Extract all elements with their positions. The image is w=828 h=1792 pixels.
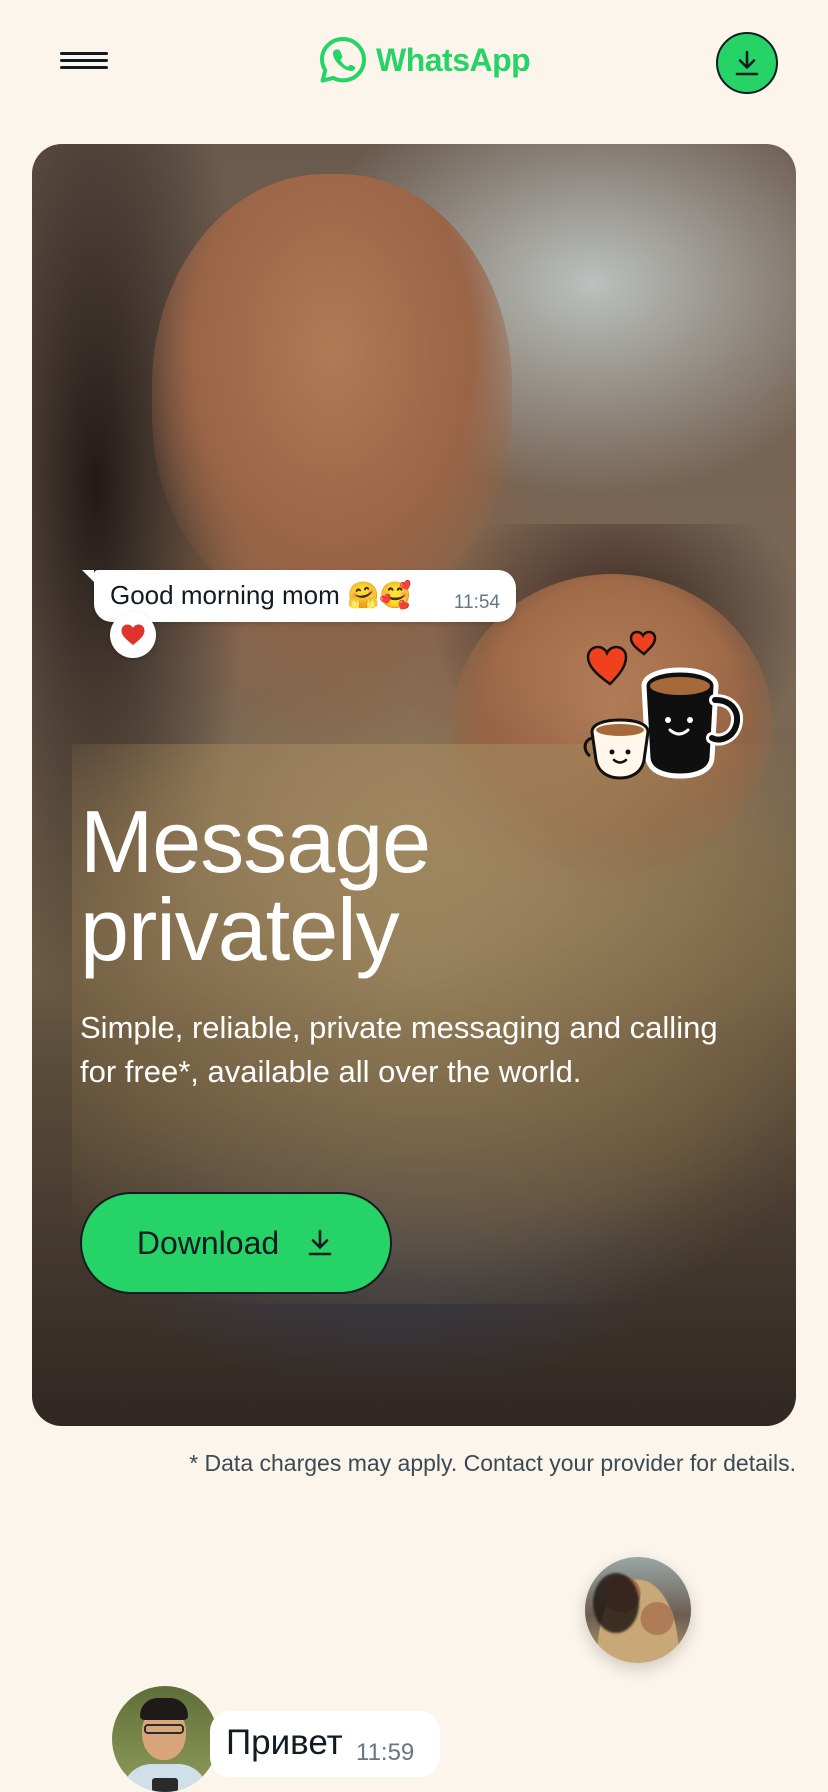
data-charges-disclaimer: * Data charges may apply. Contact your p…: [189, 1450, 796, 1476]
chat-message-time: 11:54: [453, 592, 500, 613]
menu-button[interactable]: [56, 44, 112, 80]
hero-card: Good morning mom 🤗🥰 11:54 Message privat…: [32, 144, 796, 1426]
hero-subtitle: Simple, reliable, private messaging and …: [80, 1010, 718, 1089]
chat-message-bubble: Good morning mom 🤗🥰 11:54: [82, 570, 516, 622]
download-button[interactable]: Download: [80, 1192, 392, 1294]
preview-chat-bubble: Привет 11:59: [210, 1711, 440, 1777]
download-button-label: Download: [136, 1224, 280, 1261]
heart-reaction-icon: [110, 612, 156, 658]
whatsapp-logo[interactable]: WhatsApp: [318, 34, 531, 86]
hero-title-line-2: privately: [80, 880, 400, 979]
preview-chat-text: Привет: [226, 1723, 343, 1762]
download-arrow-icon: [735, 50, 759, 76]
brand-name: WhatsApp: [376, 41, 531, 78]
hero-title-line-1: Message: [80, 792, 431, 891]
contact-avatar-man: [112, 1686, 218, 1792]
whatsapp-logo-icon: [320, 37, 366, 83]
preview-chat-time: 11:59: [356, 1739, 415, 1766]
chat-message-text: Good morning mom 🤗🥰: [110, 580, 412, 610]
download-arrow-icon: [308, 1229, 332, 1256]
header-download-button[interactable]: [716, 32, 778, 94]
hero-title: Message privately: [80, 798, 720, 974]
contact-avatar-family: [585, 1557, 691, 1663]
hamburger-menu-icon: [60, 52, 108, 55]
coffee-cups-sticker-icon: [583, 630, 743, 780]
site-header: WhatsApp: [0, 0, 828, 124]
